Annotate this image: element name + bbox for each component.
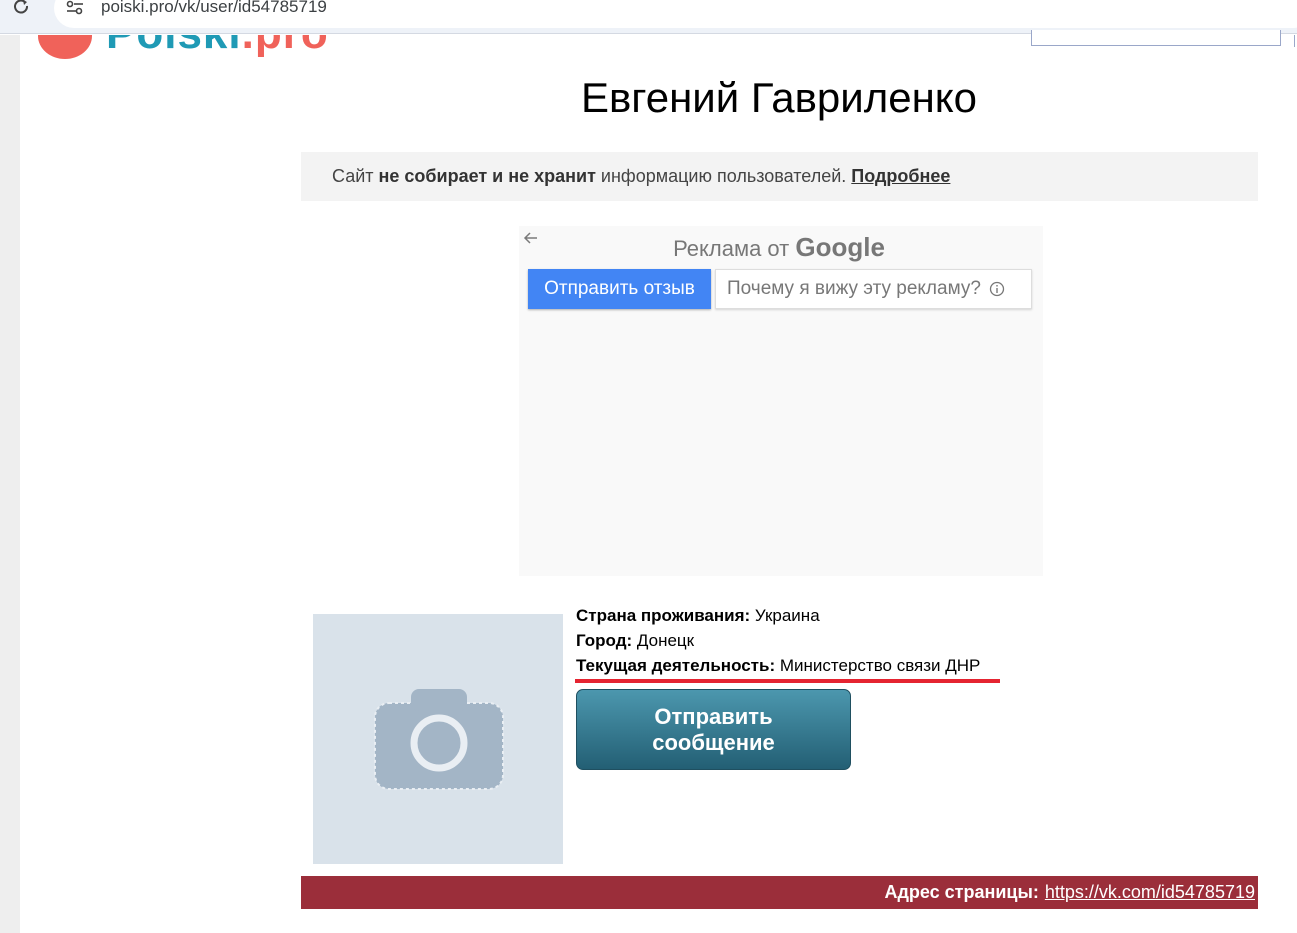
- url-text[interactable]: poiski.pro/vk/user/id54785719: [101, 0, 327, 17]
- vk-profile-link[interactable]: https://vk.com/id54785719: [1045, 882, 1255, 903]
- avatar: [313, 614, 563, 864]
- left-gutter: [0, 35, 20, 933]
- city-row: Город: Донецк: [576, 631, 695, 650]
- send-feedback-button[interactable]: Отправить отзыв: [528, 269, 711, 309]
- address-label: Адрес страницы:: [884, 882, 1039, 902]
- page-address-bar: Адрес страницы: https://vk.com/id5478571…: [301, 876, 1258, 909]
- browser-toolbar: poiski.pro/vk/user/id54785719: [0, 0, 1297, 34]
- ad-frame: Реклама от Google Отправить отзыв Почему…: [519, 226, 1043, 576]
- notice-bold: не собирает и не хранит: [378, 166, 596, 186]
- reload-icon[interactable]: [12, 0, 32, 16]
- site-logo[interactable]: Poiski.pro: [36, 35, 336, 63]
- send-message-button[interactable]: Отправить сообщение: [576, 689, 851, 770]
- why-this-ad-label: Почему я вижу эту рекламу?: [727, 278, 981, 299]
- country-row: Страна проживания: Украина: [576, 606, 820, 625]
- info-icon: [989, 281, 1005, 297]
- red-underline-annotation: [575, 679, 1000, 683]
- privacy-notice: Сайт не собирает и не хранит информацию …: [301, 152, 1258, 201]
- more-info-link[interactable]: Подробнее: [851, 166, 950, 186]
- why-this-ad-button[interactable]: Почему я вижу эту рекламу?: [715, 269, 1032, 309]
- activity-row: Текущая деятельность: Министерство связи…: [576, 656, 981, 675]
- profile-details: Страна проживания: Украина Город: Донецк…: [576, 603, 980, 678]
- camera-icon: [374, 689, 504, 790]
- page-title: Евгений Гавриленко: [580, 74, 977, 121]
- site-settings-icon[interactable]: [66, 0, 84, 16]
- logo-mark-icon: [38, 35, 92, 59]
- logo-text: Poiski.pro: [106, 35, 329, 59]
- google-brand: Google: [795, 232, 885, 262]
- site-search-input[interactable]: [1031, 30, 1281, 46]
- divider: [1294, 35, 1295, 47]
- ad-header: Реклама от Google: [673, 232, 885, 262]
